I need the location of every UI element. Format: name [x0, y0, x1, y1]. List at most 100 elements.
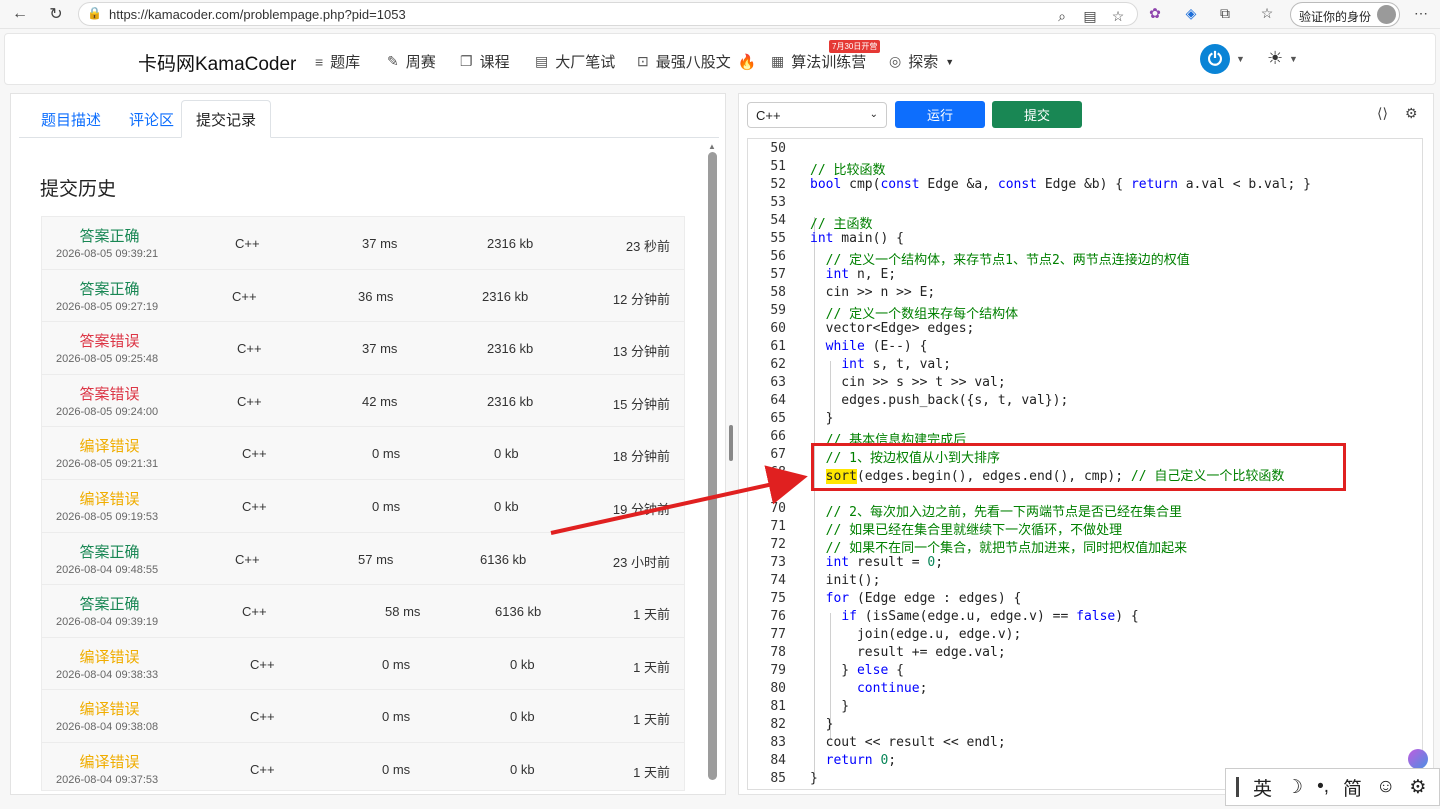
- favorites-icon[interactable]: ☆: [1256, 3, 1278, 23]
- table-row[interactable]: 编译错误 2026-08-05 09:21:31 C++ 0 ms 0 kb 18 分钟前: [42, 427, 684, 480]
- table-row[interactable]: 答案错误 2026-08-05 09:24:00 C++ 42 ms 2316 kb 15…: [42, 374, 684, 428]
- extensions-puzzle-icon[interactable]: ⧉: [1214, 3, 1236, 23]
- copilot-icon[interactable]: [1408, 749, 1428, 769]
- nav-exams[interactable]: ▤ 大厂笔试: [535, 51, 615, 72]
- submission-status[interactable]: 答案正确: [57, 593, 162, 614]
- code-line[interactable]: }: [810, 717, 834, 732]
- table-row[interactable]: 答案正确 2026-08-04 09:48:55 C++ 57 ms 6136 kb 23…: [42, 532, 684, 586]
- submission-panel: 题目描述 评论区 提交记录 提交历史 答案正确 2026-08-05 09:39:…: [10, 93, 726, 795]
- code-line[interactable]: int s, t, val;: [810, 357, 951, 372]
- more-menu-icon[interactable]: ⋯: [1410, 3, 1432, 23]
- submission-status[interactable]: 答案正确: [57, 278, 162, 299]
- gear-icon[interactable]: ⚙: [1409, 776, 1426, 799]
- table-row[interactable]: 编译错误 2026-08-04 09:38:08 C++ 0 ms 0 kb 1 天前: [42, 690, 684, 743]
- profile-button[interactable]: 验证你的身份: [1290, 2, 1400, 27]
- ime-lang[interactable]: 英: [1253, 774, 1272, 801]
- code-line[interactable]: while (E--) {: [810, 339, 928, 354]
- reload-icon[interactable]: ↻: [44, 3, 68, 25]
- tab-comments[interactable]: 评论区: [115, 100, 188, 138]
- table-row[interactable]: 答案错误 2026-08-05 09:25:48 C++ 37 ms 2316 kb 13…: [42, 322, 684, 375]
- code-line[interactable]: }: [810, 411, 834, 426]
- gear-icon[interactable]: ⚙: [1405, 105, 1418, 122]
- scroll-up-icon[interactable]: ▲: [708, 142, 716, 151]
- submission-status[interactable]: 答案正确: [57, 541, 162, 562]
- punctuation-icon[interactable]: •,: [1317, 776, 1329, 798]
- moon-icon[interactable]: ☽: [1286, 776, 1303, 799]
- code-view-icon[interactable]: ⟨⟩: [1377, 105, 1388, 122]
- table-row[interactable]: 答案正确 2026-08-05 09:27:19 C++ 36 ms 2316 kb 12…: [42, 269, 684, 323]
- nav-bagu[interactable]: ⊡ 最强八股文 🔥: [637, 51, 756, 72]
- drag-handle[interactable]: [1236, 777, 1239, 797]
- code-line[interactable]: bool cmp(const Edge &a, const Edge &b) {…: [810, 177, 1311, 192]
- nav-training[interactable]: ▦ 算法训练营: [771, 51, 866, 72]
- nav-explore[interactable]: ◎ 探索 ▼: [889, 51, 954, 72]
- tab-submissions[interactable]: 提交记录: [181, 100, 272, 138]
- scrollbar[interactable]: ▲: [708, 142, 718, 782]
- code-line[interactable]: int n, E;: [810, 267, 896, 282]
- submission-status[interactable]: 编译错误: [57, 646, 162, 667]
- ime-simplified[interactable]: 简: [1343, 774, 1362, 801]
- code-line[interactable]: // 如果不在同一个集合，就把节点加进来，同时把权值加起来: [810, 537, 1187, 556]
- submission-runtime: 37 ms: [362, 341, 398, 357]
- submission-status[interactable]: 答案错误: [57, 330, 162, 351]
- code-line[interactable]: // 主函数: [810, 213, 872, 232]
- submission-status[interactable]: 答案错误: [57, 383, 162, 404]
- run-button[interactable]: 运行: [895, 101, 985, 128]
- back-icon[interactable]: ←: [8, 3, 32, 25]
- code-line[interactable]: int main() {: [810, 231, 904, 246]
- code-line[interactable]: join(edge.u, edge.v);: [810, 627, 1021, 642]
- favorite-star-icon[interactable]: ☆: [1107, 6, 1129, 26]
- code-line[interactable]: int result = 0;: [810, 555, 943, 570]
- site-brand[interactable]: 卡码网KamaCoder: [138, 49, 296, 76]
- chevron-down-icon[interactable]: ▼: [1236, 54, 1245, 64]
- code-line[interactable]: if (isSame(edge.u, edge.v) == false) {: [810, 609, 1138, 624]
- submission-status[interactable]: 编译错误: [57, 751, 162, 772]
- table-row[interactable]: 答案正确 2026-08-05 09:39:21 C++ 37 ms 2316 kb 23…: [42, 217, 684, 270]
- submit-button[interactable]: 提交: [992, 101, 1082, 128]
- code-line[interactable]: // 如果已经在集合里就继续下一次循环，不做处理: [810, 519, 1122, 538]
- language-select[interactable]: C++ ⌄: [747, 102, 887, 128]
- table-row[interactable]: 编译错误 2026-08-04 09:38:33 C++ 0 ms 0 kb 1 天前: [42, 637, 684, 691]
- table-row[interactable]: 答案正确 2026-08-04 09:39:19 C++ 58 ms 6136 kb 1 …: [42, 585, 684, 638]
- tab-description[interactable]: 题目描述: [27, 100, 115, 138]
- code-line[interactable]: cin >> n >> E;: [810, 285, 936, 300]
- code-line[interactable]: // 2、每次加入边之前，先看一下两端节点是否已经在集合里: [810, 501, 1182, 520]
- submission-status[interactable]: 编译错误: [57, 435, 162, 456]
- submission-status[interactable]: 编译错误: [57, 698, 162, 719]
- zoom-icon[interactable]: ⌕: [1051, 6, 1073, 26]
- chevron-down-icon[interactable]: ▼: [1289, 54, 1298, 64]
- code-line[interactable]: continue;: [810, 681, 927, 696]
- nav-problems[interactable]: ≡ 题库: [315, 51, 360, 72]
- code-line[interactable]: edges.push_back({s, t, val});: [810, 393, 1068, 408]
- table-row[interactable]: 编译错误 2026-08-05 09:19:53 C++ 0 ms 0 kb 19 分钟前: [42, 479, 684, 533]
- code-line[interactable]: // 定义一个结构体，来存节点1、节点2、两节点连接边的权值: [810, 249, 1190, 268]
- submission-status[interactable]: 编译错误: [57, 488, 162, 509]
- extension-icon[interactable]: ◈: [1180, 3, 1202, 23]
- address-bar[interactable]: 🔒 https://kamacoder.com/problempage.php?…: [78, 2, 1138, 26]
- table-row[interactable]: 编译错误 2026-08-04 09:37:53 C++ 0 ms 0 kb 1 天前: [42, 742, 684, 790]
- code-line[interactable]: for (Edge edge : edges) {: [810, 591, 1022, 606]
- code-line[interactable]: } else {: [810, 663, 904, 678]
- code-line[interactable]: result += edge.val;: [810, 645, 1006, 660]
- submission-memory: 0 kb: [510, 761, 535, 777]
- code-line[interactable]: // 比较函数: [810, 159, 885, 178]
- nav-courses[interactable]: ❐ 课程: [460, 51, 510, 72]
- code-line[interactable]: init();: [810, 573, 881, 588]
- code-line[interactable]: return 0;: [810, 753, 896, 768]
- code-line[interactable]: cin >> s >> t >> val;: [810, 375, 1005, 390]
- code-line[interactable]: cout << result << endl;: [810, 735, 1006, 750]
- code-line[interactable]: }: [810, 771, 818, 786]
- user-power-icon[interactable]: ⏻: [1200, 44, 1230, 74]
- scrollbar-thumb[interactable]: [708, 152, 717, 780]
- extension-icon[interactable]: ✿: [1144, 3, 1166, 23]
- panel-resize-handle[interactable]: [729, 425, 733, 461]
- smiley-icon[interactable]: ☺: [1376, 776, 1395, 798]
- theme-sun-icon[interactable]: ☀: [1267, 48, 1283, 69]
- submission-time: 2026-08-05 09:21:31: [56, 458, 159, 471]
- reader-icon[interactable]: ▤: [1079, 6, 1101, 26]
- code-line[interactable]: }: [810, 699, 849, 714]
- code-line[interactable]: vector<Edge> edges;: [810, 321, 975, 336]
- nav-weekly[interactable]: ✎ 周赛: [387, 51, 436, 72]
- submission-status[interactable]: 答案正确: [57, 225, 162, 246]
- code-line[interactable]: // 定义一个数组来存每个结构体: [810, 303, 1018, 322]
